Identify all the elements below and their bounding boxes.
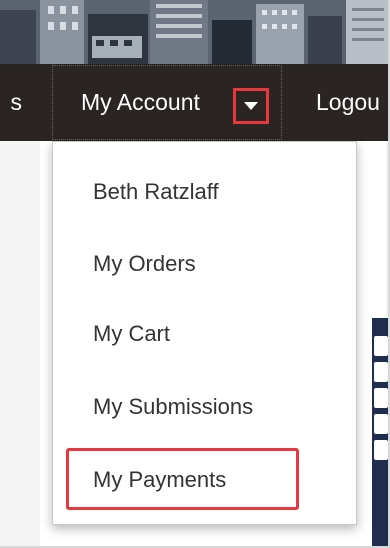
menu-item-my-orders[interactable]: My Orders	[93, 244, 196, 284]
menu-item-my-orders-label: My Orders	[93, 251, 196, 276]
menu-item-my-cart[interactable]: My Cart	[93, 314, 170, 354]
screenshot-frame: s My Account Logou Beth Ratzlaff My Orde…	[0, 0, 390, 548]
my-payments-highlight-annotation	[66, 448, 299, 510]
nav-item-logout-label: Logou	[316, 89, 380, 115]
nav-item-truncated-left-label: s	[10, 89, 23, 115]
menu-item-user-name[interactable]: Beth Ratzlaff	[93, 172, 219, 212]
menu-item-user-name-label: Beth Ratzlaff	[93, 179, 219, 204]
menu-item-my-submissions-label: My Submissions	[93, 394, 254, 419]
account-dropdown-toggle-button[interactable]	[233, 88, 269, 124]
background-banner-lettering	[372, 330, 388, 530]
nav-item-my-account-label: My Account	[81, 89, 200, 115]
nav-item-truncated-left[interactable]: s	[0, 64, 23, 141]
skyline-graphic	[0, 0, 388, 64]
nav-item-logout[interactable]: Logou	[316, 64, 380, 141]
header-banner-image	[0, 0, 388, 64]
caret-down-icon	[244, 102, 258, 110]
menu-item-my-cart-label: My Cart	[93, 321, 170, 346]
main-navbar: s My Account Logou	[0, 64, 388, 141]
menu-item-my-submissions[interactable]: My Submissions	[93, 387, 253, 427]
